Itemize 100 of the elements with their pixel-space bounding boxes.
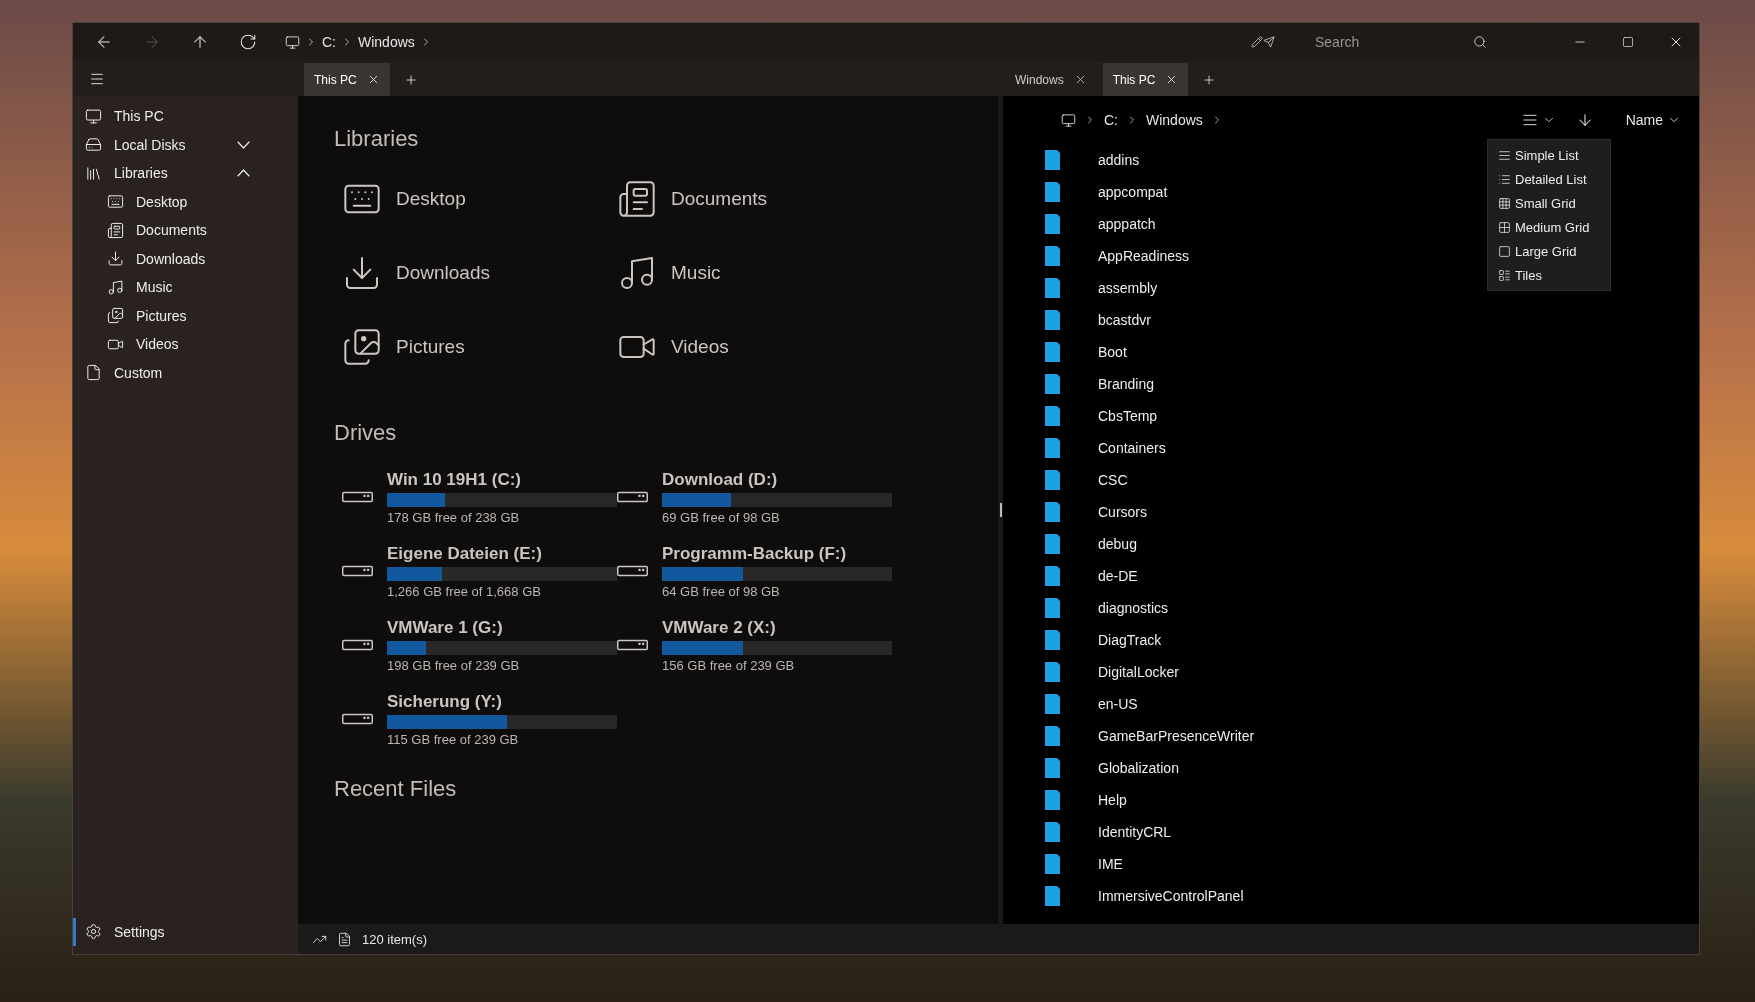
list-icon — [1521, 112, 1538, 128]
sidebar-item[interactable]: Videos — [73, 330, 298, 359]
drive-name[interactable]: Sicherung (Y:) — [387, 691, 617, 712]
sidebar-item[interactable]: This PC — [73, 102, 298, 131]
drive-icon — [342, 489, 373, 505]
folder-item[interactable]: DigitalLocker — [1045, 656, 1179, 688]
monitor-icon — [1061, 112, 1076, 128]
folder-item[interactable]: bcastdvr — [1045, 304, 1151, 336]
document-icon — [617, 179, 657, 219]
folder-icon — [1045, 470, 1060, 490]
folder-item[interactable]: Boot — [1045, 336, 1127, 368]
keyboard-icon — [107, 193, 124, 211]
breadcrumb-item[interactable]: C: — [1104, 112, 1118, 128]
folder-icon — [1045, 150, 1060, 170]
sidebar-item[interactable]: Pictures — [73, 301, 298, 330]
folder-icon — [1045, 310, 1060, 330]
menu-item[interactable]: Medium Grid — [1488, 215, 1610, 239]
collapse-chevron-icon[interactable] — [237, 169, 250, 178]
drive-space-text: 115 GB free of 239 GB — [387, 731, 520, 747]
tab[interactable]: This PC — [1102, 63, 1189, 96]
folder-item[interactable]: IdentityCRL — [1045, 816, 1172, 848]
library-tile[interactable]: Downloads — [342, 236, 617, 310]
drive-name[interactable]: Download (D:) — [662, 469, 892, 490]
library-tile[interactable]: Videos — [617, 310, 892, 384]
folder-icon — [1045, 534, 1060, 554]
drive-name[interactable]: Programm-Backup (F:) — [662, 543, 892, 564]
menu-item[interactable]: Detailed List — [1488, 167, 1610, 191]
menu-item[interactable]: Small Grid — [1488, 191, 1610, 215]
library-tile[interactable]: Documents — [617, 162, 892, 236]
file-icon — [337, 931, 352, 947]
breadcrumb-item[interactable]: Windows — [358, 34, 415, 50]
folder-item[interactable]: ImmersiveControlPanel — [1045, 880, 1244, 912]
drive-space-text: 1,266 GB free of 1,668 GB — [387, 583, 542, 599]
folder-item[interactable]: Help — [1045, 784, 1127, 816]
breadcrumb-item[interactable]: Windows — [1146, 112, 1203, 128]
folder-item[interactable]: Containers — [1045, 432, 1166, 464]
drive-name[interactable]: Eigene Dateien (E:) — [387, 543, 617, 564]
sidebar-item[interactable]: Custom — [73, 358, 298, 387]
folder-item[interactable]: de-DE — [1045, 560, 1138, 592]
music-icon — [107, 278, 124, 296]
folder-item[interactable]: assembly — [1045, 272, 1158, 304]
breadcrumb-item[interactable]: C: — [322, 34, 336, 50]
library-tile[interactable]: Pictures — [342, 310, 617, 384]
folder-item[interactable]: IME — [1045, 848, 1123, 880]
library-tile[interactable]: Music — [617, 236, 892, 310]
tab[interactable]: This PC — [304, 63, 390, 96]
folder-icon — [1045, 758, 1060, 778]
folder-icon — [1045, 214, 1060, 234]
folder-icon — [1045, 790, 1060, 810]
drive-space-text: 198 GB free of 239 GB — [387, 657, 521, 673]
sidebar-item[interactable]: Documents — [73, 216, 298, 245]
tiles-icon — [1498, 268, 1511, 282]
books-icon — [85, 164, 102, 182]
folder-item[interactable]: Globalization — [1045, 752, 1179, 784]
folder-item[interactable]: apppatch — [1045, 208, 1156, 240]
menu-item[interactable]: Simple List — [1488, 143, 1610, 167]
folder-item[interactable]: debug — [1045, 528, 1137, 560]
document-icon — [107, 221, 124, 239]
folder-item[interactable]: Cursors — [1045, 496, 1147, 528]
menu-item[interactable]: Large Grid — [1488, 239, 1610, 263]
folder-icon — [1045, 566, 1060, 586]
folder-icon — [1045, 438, 1060, 458]
drive-name[interactable]: VMWare 2 (X:) — [662, 617, 892, 638]
menu-item[interactable]: Tiles — [1488, 263, 1610, 287]
folder-item[interactable]: DiagTrack — [1045, 624, 1162, 656]
expand-chevron-icon[interactable] — [237, 140, 250, 149]
file-icon — [85, 364, 102, 382]
folder-item[interactable]: Branding — [1045, 368, 1155, 400]
folder-item[interactable]: en-US — [1045, 688, 1138, 720]
folder-item[interactable]: AppReadiness — [1045, 240, 1190, 272]
folder-item[interactable]: CSC — [1045, 464, 1128, 496]
folder-item[interactable]: addins — [1045, 144, 1140, 176]
monitor-icon — [285, 34, 300, 50]
library-tile[interactable]: Desktop — [342, 162, 617, 236]
folder-icon — [1045, 278, 1060, 298]
grid-icon — [1498, 220, 1511, 234]
search-icon — [1473, 35, 1487, 49]
settings-icon — [85, 923, 102, 941]
drive-name[interactable]: Win 10 19H1 (C:) — [387, 469, 617, 490]
drive-space-text: 156 GB free of 239 GB — [662, 657, 796, 673]
drive-space-text: 64 GB free of 98 GB — [662, 583, 781, 599]
tab[interactable]: Windows — [1005, 63, 1097, 96]
section-heading: Drives — [334, 420, 398, 446]
folder-icon — [1045, 630, 1060, 650]
sidebar-item[interactable]: Desktop — [73, 187, 298, 216]
sidebar-item[interactable]: Libraries — [73, 159, 298, 188]
folder-icon — [1045, 662, 1060, 682]
folder-item[interactable]: diagnostics — [1045, 592, 1169, 624]
folder-item[interactable]: CbsTemp — [1045, 400, 1158, 432]
drive-icon — [617, 563, 648, 579]
folder-item[interactable]: GameBarPresenceWriter — [1045, 720, 1255, 752]
sidebar-item[interactable]: Downloads — [73, 244, 298, 273]
drive-space-text: 178 GB free of 238 GB — [387, 509, 521, 525]
sort-button[interactable]: Name — [1619, 105, 1687, 135]
sidebar-item[interactable]: Local Disks — [73, 130, 298, 159]
folder-item[interactable]: appcompat — [1045, 176, 1168, 208]
drive-icon — [617, 489, 648, 505]
sidebar-item[interactable]: Music — [73, 273, 298, 302]
drive-name[interactable]: VMWare 1 (G:) — [387, 617, 617, 638]
search-field[interactable]: Search — [1313, 33, 1473, 51]
